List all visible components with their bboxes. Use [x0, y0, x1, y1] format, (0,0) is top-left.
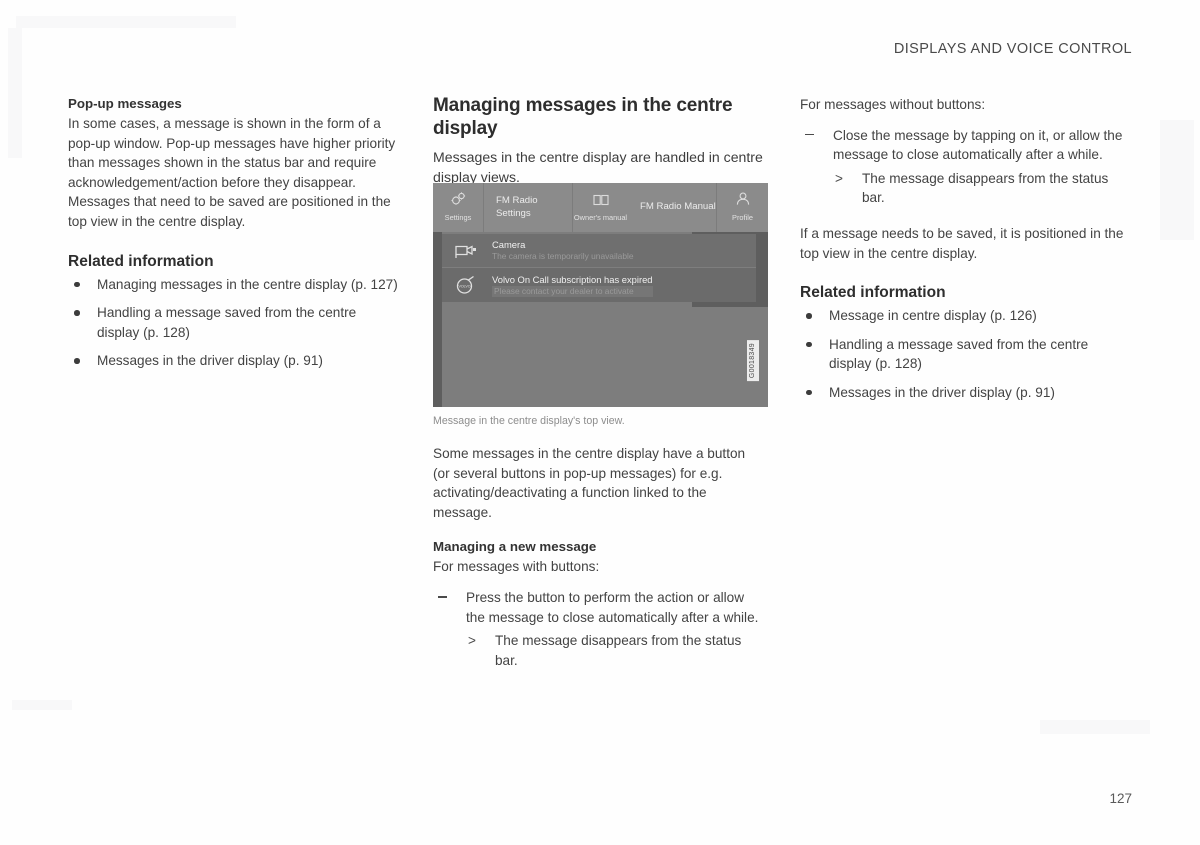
- link-label[interactable]: Managing messages in the centre display …: [97, 277, 398, 292]
- messages-without-buttons-intro: For messages without buttons:: [800, 97, 986, 112]
- messages-without-buttons-steps: Close the message by tapping on it, or a…: [800, 126, 1132, 208]
- message-volvo-text: Volvo On Call subscription has expired P…: [492, 274, 653, 297]
- gear-settings-icon: [450, 192, 467, 211]
- message-camera-text: Camera The camera is temporarily unavail…: [492, 239, 634, 262]
- related-information-list-right: Message in centre display (p. 126) Handl…: [800, 306, 1132, 402]
- dash-bullet-icon: [805, 134, 814, 136]
- bullet-icon: [806, 389, 812, 396]
- related-information-heading-right: Related information: [800, 284, 946, 302]
- link-label[interactable]: Handling a message saved from the centre…: [829, 337, 1088, 372]
- list-item[interactable]: Message in centre display (p. 126): [800, 306, 1132, 326]
- related-information-heading-left: Related information: [68, 252, 214, 270]
- message-row-camera[interactable]: Camera The camera is temporarily unavail…: [442, 234, 756, 267]
- substep-label: The message disappears from the status b…: [495, 633, 742, 668]
- link-label[interactable]: Messages in the driver display (p. 91): [829, 385, 1055, 400]
- running-header-title: DISPLAYS AND VOICE CONTROL: [893, 41, 1132, 57]
- figure-image-code: G0018349: [747, 339, 759, 381]
- volvo-on-call-icon: VOLVO: [454, 275, 492, 295]
- centre-display-screenshot: Settings FM Radio Settings Owner's manua…: [433, 183, 768, 407]
- tile-fm-radio-manual-label: FM Radio Manual: [640, 201, 716, 213]
- page-title: Managing messages in the centre display: [433, 95, 733, 139]
- column-left: Pop-up messages In some cases, a message…: [68, 95, 400, 380]
- message-title: Volvo On Call subscription has expired: [492, 273, 653, 285]
- bullet-icon: [806, 313, 812, 319]
- messages-with-buttons-steps: Press the button to perform the action o…: [433, 588, 765, 670]
- bullet-icon: [806, 341, 812, 348]
- centre-display-figure: Settings FM Radio Settings Owner's manua…: [433, 183, 768, 428]
- bullet-icon: [74, 358, 80, 364]
- page-number: 127: [1109, 791, 1132, 806]
- column-middle: Managing messages in the centre display …: [433, 95, 765, 187]
- centre-display-message-list: Camera The camera is temporarily unavail…: [442, 234, 756, 302]
- dash-bullet-icon: [438, 596, 447, 598]
- popup-messages-body: In some cases, a message is shown in the…: [68, 116, 396, 229]
- list-item[interactable]: Handling a message saved from the centre…: [800, 335, 1132, 374]
- substep-item: > The message disappears from the status…: [433, 631, 765, 670]
- substep-label: The message disappears from the status b…: [862, 170, 1109, 206]
- message-title: Camera: [492, 239, 526, 250]
- link-label[interactable]: Handling a message saved from the centre…: [97, 305, 356, 340]
- tile-owners-manual-label: Owner's manual: [573, 212, 628, 222]
- tile-profile[interactable]: Profile: [716, 183, 768, 232]
- list-item[interactable]: Messages in the driver display (p. 91): [68, 351, 400, 371]
- tile-owners-manual[interactable]: Owner's manual: [572, 183, 628, 232]
- scan-artifact: [16, 16, 236, 28]
- arrow-result-icon: >: [468, 633, 476, 649]
- step-item: Close the message by tapping on it, or a…: [800, 126, 1132, 165]
- centre-display-background: [433, 307, 768, 407]
- arrow-result-icon: >: [835, 170, 843, 186]
- tile-fm-radio-settings[interactable]: FM Radio Settings: [483, 183, 572, 232]
- column-middle-continued: Some messages in the centre display have…: [433, 444, 765, 670]
- list-item[interactable]: Managing messages in the centre display …: [68, 275, 400, 295]
- section-lead-text: Messages in the centre display are handl…: [433, 149, 763, 185]
- figure-caption: Message in the centre display's top view…: [433, 415, 625, 427]
- bullet-icon: [74, 310, 80, 316]
- message-subtitle: Please contact your dealer to activate: [492, 285, 653, 297]
- popup-messages-heading: Pop-up messages: [68, 96, 182, 111]
- link-label[interactable]: Messages in the driver display (p. 91): [97, 353, 323, 368]
- managing-new-message-heading: Managing a new message: [433, 539, 597, 555]
- message-row-volvo-on-call[interactable]: VOLVO Volvo On Call subscription has exp…: [442, 267, 756, 302]
- centre-display-left-edge: [433, 232, 442, 407]
- scan-artifact: [8, 28, 22, 158]
- centre-display-top-bar: Settings FM Radio Settings Owner's manua…: [433, 183, 768, 232]
- buttons-explanation-body: Some messages in the centre display have…: [433, 446, 746, 520]
- svg-text:VOLVO: VOLVO: [458, 285, 470, 289]
- scan-artifact: [1040, 720, 1150, 734]
- substep-item: > The message disappears from the status…: [800, 169, 1132, 208]
- message-subtitle: The camera is temporarily unavailable: [492, 251, 634, 261]
- list-item[interactable]: Handling a message saved from the centre…: [68, 303, 400, 342]
- tile-settings[interactable]: Settings: [433, 183, 483, 232]
- link-label[interactable]: Message in centre display (p. 126): [829, 308, 1037, 323]
- list-item[interactable]: Messages in the driver display (p. 91): [800, 383, 1132, 403]
- step-item: Press the button to perform the action o…: [433, 588, 765, 627]
- tile-profile-label: Profile: [732, 213, 753, 223]
- step-label: Press the button to perform the action o…: [466, 589, 759, 625]
- tile-fm-radio-manual[interactable]: FM Radio Manual: [628, 183, 716, 232]
- scan-artifact: [1160, 120, 1194, 240]
- camera-icon: [454, 243, 492, 259]
- tile-settings-label: Settings: [444, 213, 472, 223]
- column-right: For messages without buttons: Close the …: [800, 95, 1132, 411]
- bullet-icon: [74, 281, 80, 288]
- manual-page: DISPLAYS AND VOICE CONTROL 127 Pop-up me…: [0, 0, 1200, 845]
- messages-with-buttons-intro: For messages with buttons:: [433, 559, 600, 575]
- profile-person-icon: [735, 192, 751, 211]
- scan-artifact: [12, 700, 72, 710]
- saved-message-body: If a message needs to be saved, it is po…: [800, 225, 1124, 261]
- tile-fm-radio-settings-label: FM Radio Settings: [496, 195, 538, 219]
- owners-manual-book-icon: [592, 193, 609, 211]
- step-label: Close the message by tapping on it, or a…: [833, 127, 1123, 163]
- related-information-list-left: Managing messages in the centre display …: [68, 275, 400, 371]
